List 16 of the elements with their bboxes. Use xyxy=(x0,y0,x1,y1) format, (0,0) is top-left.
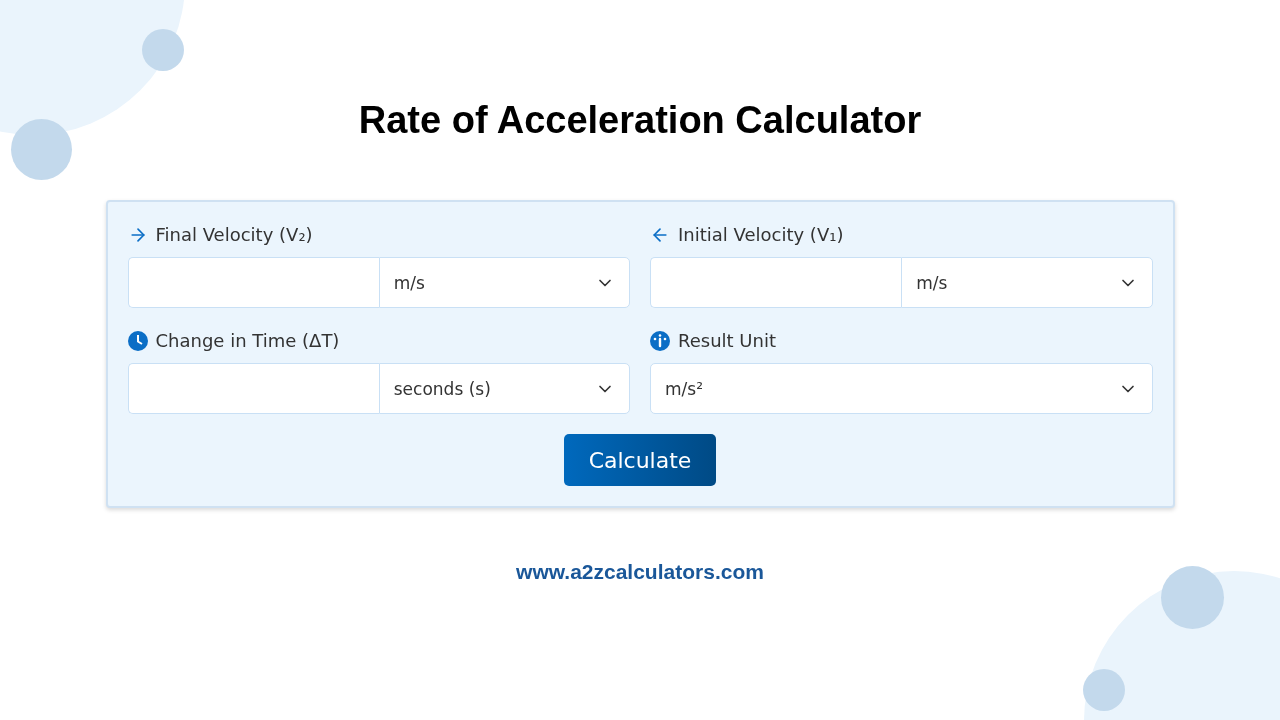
page-title: Rate of Acceleration Calculator xyxy=(358,98,922,143)
unit-select[interactable]: m/s xyxy=(901,257,1153,308)
unit-select[interactable]: m/s² xyxy=(650,363,1153,414)
field-label: Initial Velocity (V₁) xyxy=(678,224,844,245)
calculate-button[interactable]: Calculate xyxy=(564,434,716,486)
unit-select[interactable]: m/s xyxy=(378,257,630,308)
website-link[interactable]: www.a2zcalculators.com xyxy=(516,560,764,584)
field-label: Change in Time (ΔT) xyxy=(155,330,340,351)
value-input[interactable] xyxy=(127,363,379,414)
unit-select[interactable]: seconds (s) xyxy=(378,363,630,414)
value-input[interactable] xyxy=(127,257,379,308)
value-input[interactable] xyxy=(650,257,902,308)
clock-icon xyxy=(127,330,148,351)
gauge-icon xyxy=(650,330,670,351)
field-label: Result Unit xyxy=(678,330,776,351)
field-label: Final Velocity (V₂) xyxy=(155,224,313,245)
